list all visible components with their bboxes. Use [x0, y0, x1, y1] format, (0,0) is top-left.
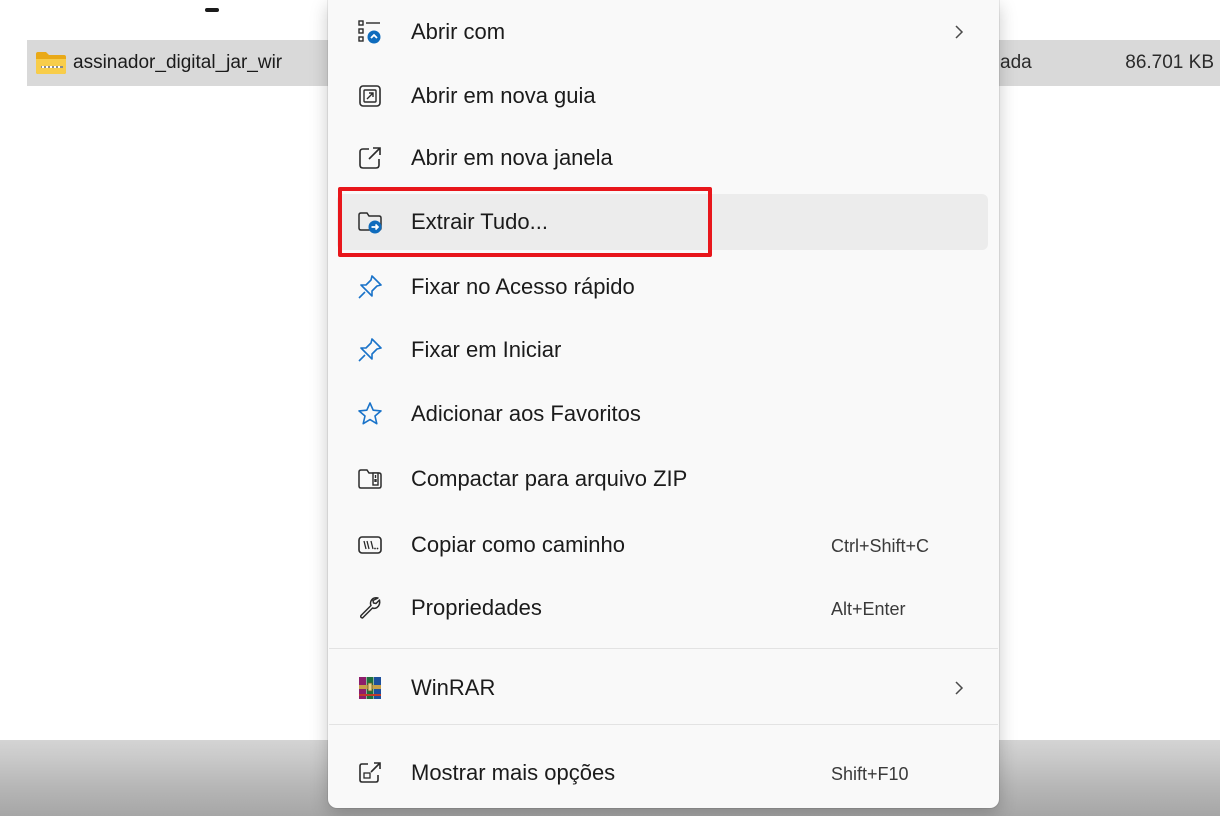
menu-item-properties[interactable]: Propriedades Alt+Enter	[337, 580, 988, 636]
menu-item-label: Abrir com	[411, 19, 506, 44]
winrar-icon	[356, 674, 384, 702]
menu-item-pin-start[interactable]: Fixar em Iniciar	[337, 322, 988, 378]
chevron-right-icon	[951, 678, 967, 698]
shortcut-hint: Ctrl+Shift+C	[831, 536, 930, 556]
wrench-icon	[356, 594, 384, 622]
new-window-icon	[356, 144, 384, 172]
menu-item-copy-path[interactable]: Copiar como caminho Ctrl+Shift+C	[337, 517, 988, 573]
menu-item-label: Fixar em Iniciar	[411, 337, 562, 362]
menu-item-open-new-window[interactable]: Abrir em nova janela	[337, 130, 988, 186]
new-tab-icon	[356, 82, 384, 110]
menu-item-open-with[interactable]: Abrir com	[337, 4, 988, 60]
menu-item-extract-all[interactable]: Extrair Tudo...	[337, 194, 988, 250]
cut-off-text-fragment	[205, 8, 219, 12]
menu-item-label: Abrir em nova janela	[411, 145, 613, 170]
zip-icon	[356, 465, 384, 493]
menu-item-pin-quick-access[interactable]: Fixar no Acesso rápido	[337, 259, 988, 315]
menu-item-label: Adicionar aos Favoritos	[411, 401, 641, 426]
shortcut-hint: Alt+Enter	[831, 599, 906, 619]
menu-item-label: Compactar para arquivo ZIP	[411, 466, 688, 491]
menu-item-add-favorites[interactable]: Adicionar aos Favoritos	[337, 386, 988, 442]
menu-item-open-new-tab[interactable]: Abrir em nova guia	[337, 68, 988, 124]
file-name: assinador_digital_jar_wir	[73, 52, 283, 73]
chevron-right-icon	[951, 22, 967, 42]
menu-separator	[329, 648, 998, 649]
menu-item-label: Copiar como caminho	[411, 532, 625, 557]
menu-item-label: Propriedades	[411, 595, 542, 620]
file-type-fragment: ada	[1000, 52, 1032, 73]
menu-item-label: Extrair Tudo...	[411, 209, 548, 234]
more-options-icon	[356, 759, 384, 787]
menu-item-label: Abrir em nova guia	[411, 83, 596, 108]
pin-icon	[356, 336, 384, 364]
open-with-icon	[356, 18, 384, 46]
extract-all-icon	[356, 208, 384, 236]
pin-icon	[356, 273, 384, 301]
menu-item-label: Mostrar mais opções	[411, 760, 616, 785]
copy-path-icon	[356, 531, 384, 559]
star-icon	[356, 400, 384, 428]
menu-separator	[329, 724, 998, 725]
context-menu: Abrir com Abrir em nova guia Abrir em no…	[328, 0, 999, 808]
zip-folder-icon	[35, 51, 67, 75]
menu-item-show-more-options[interactable]: Mostrar mais opções Shift+F10	[337, 745, 988, 801]
menu-item-winrar[interactable]: WinRAR	[337, 660, 988, 716]
menu-item-label: Fixar no Acesso rápido	[411, 274, 635, 299]
menu-item-compress-zip[interactable]: Compactar para arquivo ZIP	[337, 451, 988, 507]
shortcut-hint: Shift+F10	[831, 764, 909, 784]
menu-item-label: WinRAR	[411, 675, 496, 700]
file-size: 86.701 KB	[1125, 52, 1214, 73]
